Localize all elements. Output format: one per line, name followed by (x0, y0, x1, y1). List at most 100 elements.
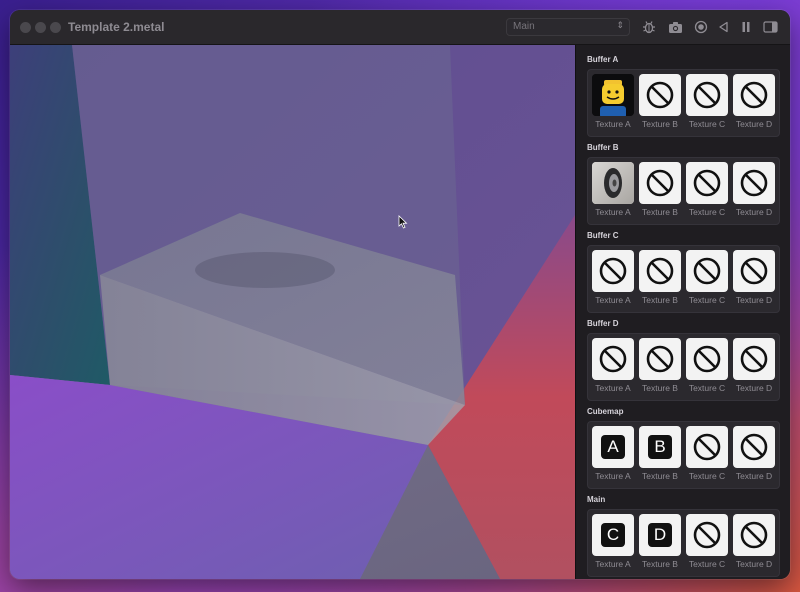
texture-slot[interactable]: Texture D (733, 162, 775, 217)
texture-slot-label: Texture C (688, 471, 726, 481)
texture-slot[interactable]: Texture B (639, 162, 681, 217)
camera-icon[interactable] (667, 19, 683, 35)
section-buffer-d: Buffer D Texture A Texture B Texture C Textu… (587, 319, 780, 401)
no-texture-icon[interactable] (733, 74, 775, 116)
texture-slot[interactable]: Texture C (686, 250, 728, 305)
texture-slot[interactable]: Texture C (686, 338, 728, 393)
rewind-icon[interactable] (715, 19, 731, 35)
texture-slot[interactable]: Texture D (733, 338, 775, 393)
section-label: Main (587, 495, 606, 504)
texture-slot[interactable]: Texture B (639, 338, 681, 393)
close-window-button[interactable] (20, 22, 31, 33)
texture-slot-label: Texture B (642, 295, 678, 305)
texture-slot-label: Texture C (688, 119, 726, 129)
section-buffer-a: Buffer A Texture A Texture B Texture C Textu… (587, 55, 780, 137)
texture-slot[interactable]: Texture A (592, 162, 634, 217)
texture-slot[interactable]: Texture B (639, 250, 681, 305)
lego-figure-thumbnail[interactable] (592, 74, 634, 116)
zoom-window-button[interactable] (50, 22, 61, 33)
texture-slot[interactable]: B Texture B (639, 426, 681, 481)
scheme-select[interactable]: Main ⇕ (506, 18, 630, 36)
no-texture-icon[interactable] (733, 250, 775, 292)
letter-texture-thumbnail[interactable]: D (639, 514, 681, 556)
pause-icon[interactable] (738, 19, 754, 35)
texture-slots-box: Texture A Texture B Texture C Texture D (587, 69, 780, 137)
texture-slot-label: Texture B (642, 559, 678, 569)
texture-slot-label: Texture C (688, 383, 726, 393)
no-texture-icon[interactable] (733, 338, 775, 380)
texture-slots-box: A Texture A B Texture B Texture C Texture D (587, 421, 780, 489)
texture-slot[interactable]: Texture C (686, 514, 728, 569)
texture-slots-box: Texture A Texture B Texture C Texture D (587, 333, 780, 401)
no-texture-icon[interactable] (592, 250, 634, 292)
texture-slot-label: Texture B (642, 119, 678, 129)
section-label: Buffer C (587, 231, 619, 240)
no-texture-icon[interactable] (639, 74, 681, 116)
section-main: Main C Texture A D Texture B Texture C Texture… (587, 495, 780, 577)
no-texture-icon[interactable] (686, 338, 728, 380)
section-buffer-c: Buffer C Texture A Texture B Texture C Textu… (587, 231, 780, 313)
window-title: Template 2.metal (68, 20, 165, 34)
texture-slots-box: C Texture A D Texture B Texture C Texture D (587, 509, 780, 577)
texture-slot[interactable]: Texture D (733, 514, 775, 569)
minimize-window-button[interactable] (35, 22, 46, 33)
no-texture-icon[interactable] (639, 250, 681, 292)
rendered-scene (10, 45, 575, 579)
texture-slot[interactable]: A Texture A (592, 426, 634, 481)
texture-slot-label: Texture A (595, 471, 631, 481)
texture-sidebar: Buffer A Texture A Texture B Texture C Textu… (575, 45, 790, 579)
texture-slot[interactable]: D Texture B (639, 514, 681, 569)
no-texture-icon[interactable] (686, 250, 728, 292)
texture-slot[interactable]: C Texture A (592, 514, 634, 569)
no-texture-icon[interactable] (733, 162, 775, 204)
letter-texture-thumbnail[interactable]: B (639, 426, 681, 468)
wheel-thumbnail[interactable] (592, 162, 634, 204)
texture-slot-label: Texture C (688, 559, 726, 569)
texture-slot[interactable]: Texture A (592, 338, 634, 393)
texture-slot[interactable]: Texture D (733, 426, 775, 481)
no-texture-icon[interactable] (639, 162, 681, 204)
texture-slot-label: Texture A (595, 383, 631, 393)
texture-slot-label: Texture D (735, 383, 773, 393)
texture-slot[interactable]: Texture C (686, 74, 728, 129)
no-texture-icon[interactable] (592, 338, 634, 380)
no-texture-icon[interactable] (733, 426, 775, 468)
texture-slot[interactable]: Texture D (733, 250, 775, 305)
titlebar: Template 2.metal Main ⇕ (10, 10, 790, 45)
texture-slot[interactable]: Texture A (592, 74, 634, 129)
app-window: Template 2.metal Main ⇕ Buffer A Texture… (10, 10, 790, 579)
letter-texture-thumbnail[interactable]: A (592, 426, 634, 468)
section-buffer-b: Buffer B Texture A Texture B Texture C Textu… (587, 143, 780, 225)
texture-slot-label: Texture A (595, 295, 631, 305)
no-texture-icon[interactable] (639, 338, 681, 380)
bug-icon[interactable] (641, 19, 657, 35)
texture-slot[interactable]: Texture C (686, 162, 728, 217)
texture-slot-label: Texture A (595, 119, 631, 129)
texture-slot-label: Texture B (642, 471, 678, 481)
no-texture-icon[interactable] (686, 426, 728, 468)
texture-slot[interactable]: Texture B (639, 74, 681, 129)
texture-slot-label: Texture B (642, 383, 678, 393)
letter-texture-thumbnail[interactable]: C (592, 514, 634, 556)
texture-slot[interactable]: Texture D (733, 74, 775, 129)
texture-slot[interactable]: Texture A (592, 250, 634, 305)
texture-slot-label: Texture A (595, 559, 631, 569)
section-label: Buffer B (587, 143, 619, 152)
no-texture-icon[interactable] (686, 514, 728, 556)
texture-slot-label: Texture D (735, 559, 773, 569)
texture-slot-label: Texture B (642, 207, 678, 217)
sidebar-toggle-icon[interactable] (762, 19, 778, 35)
updown-chevron-icon: ⇕ (616, 20, 624, 30)
no-texture-icon[interactable] (686, 162, 728, 204)
texture-slots-box: Texture A Texture B Texture C Texture D (587, 245, 780, 313)
texture-slot-label: Texture D (735, 295, 773, 305)
shader-preview[interactable] (10, 45, 575, 579)
letter-texture-glyph: D (648, 523, 672, 547)
scheme-select-value: Main (513, 21, 535, 32)
texture-slot[interactable]: Texture C (686, 426, 728, 481)
no-texture-icon[interactable] (733, 514, 775, 556)
section-label: Buffer D (587, 319, 619, 328)
no-texture-icon[interactable] (686, 74, 728, 116)
texture-slot-label: Texture D (735, 471, 773, 481)
record-icon[interactable] (693, 19, 709, 35)
